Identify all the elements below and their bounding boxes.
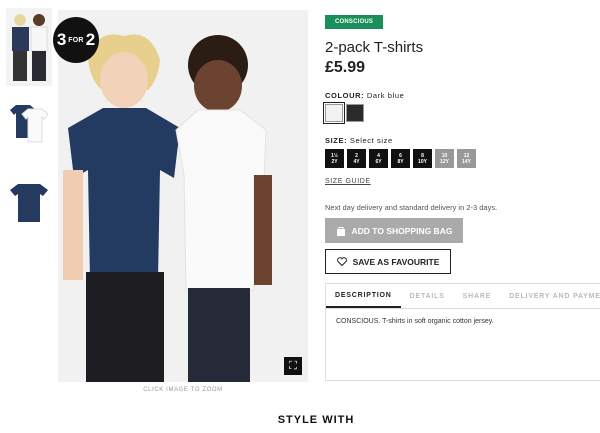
shopping-bag-icon <box>336 226 345 236</box>
thumbnail-2[interactable] <box>6 100 52 148</box>
product-title: 2-pack T-shirts <box>325 39 424 56</box>
style-with-heading: STYLE WITH <box>277 414 355 426</box>
save-favourite-label: SAVE AS FAVOURITE <box>352 256 440 267</box>
add-to-bag-label: ADD TO SHOPPING BAG <box>351 225 453 236</box>
tab-content: CONSCIOUS. T-shirts in soft organic cott… <box>336 318 494 325</box>
size-bottom: 14Y <box>462 158 471 165</box>
size-option[interactable]: 2 4Y <box>347 149 366 168</box>
heart-icon <box>336 257 347 266</box>
thumbnail-3[interactable] <box>6 178 52 228</box>
size-label: SIZE: Select size <box>325 136 600 145</box>
size-bottom: 4Y <box>353 158 360 165</box>
delivery-info: Next day delivery and standard delivery … <box>325 203 498 212</box>
badge-small: FOR <box>68 36 84 44</box>
tab-share[interactable]: SHARE <box>454 284 501 308</box>
size-bottom: 2Y <box>331 158 338 165</box>
size-option-unavailable[interactable]: 12 14Y <box>457 149 476 168</box>
colour-label: COLOUR: Dark blue <box>325 91 600 100</box>
size-options: 1½ 2Y 2 4Y 4 6Y 6 8Y 8 10Y 10 12Y 12 14Y <box>325 149 600 168</box>
product-info: CONSCIOUS 2-pack T-shirts £5.99 COLOUR: … <box>323 10 600 274</box>
tab-delivery-payment[interactable]: DELIVERY AND PAYMENT <box>500 284 600 308</box>
size-bottom: 6Y <box>375 158 382 165</box>
size-label-text: SIZE: <box>325 136 348 145</box>
badge-right: 2 <box>85 30 96 49</box>
size-guide-link[interactable]: SIZE GUIDE <box>325 178 371 185</box>
colour-label-text: COLOUR: <box>325 91 365 100</box>
tab-description[interactable]: DESCRIPTION <box>326 284 401 308</box>
tab-bar: DESCRIPTION DETAILS SHARE DELIVERY AND P… <box>326 284 600 309</box>
tab-details[interactable]: DETAILS <box>401 284 454 308</box>
size-bottom: 12Y <box>440 158 449 165</box>
expand-icon[interactable]: ⛶ <box>284 357 302 375</box>
colour-swatches <box>323 102 600 124</box>
product-price: £5.99 <box>325 59 366 76</box>
product-main-image[interactable] <box>58 10 308 382</box>
add-to-bag-button[interactable]: ADD TO SHOPPING BAG <box>325 218 463 243</box>
size-option[interactable]: 6 8Y <box>391 149 410 168</box>
size-bottom: 8Y <box>397 158 404 165</box>
thumbnail-1[interactable] <box>6 8 52 86</box>
size-value: Select size <box>349 136 393 145</box>
conscious-tag: CONSCIOUS <box>325 15 384 29</box>
size-bottom: 10Y <box>418 158 427 165</box>
promo-badge: 3 FOR 2 <box>53 17 99 63</box>
colour-value: Dark blue <box>366 91 405 100</box>
size-option[interactable]: 4 6Y <box>369 149 388 168</box>
badge-left: 3 <box>56 30 67 49</box>
size-option-unavailable[interactable]: 10 12Y <box>435 149 454 168</box>
colour-swatch-light[interactable] <box>323 102 345 124</box>
size-option[interactable]: 8 10Y <box>413 149 432 168</box>
product-tabs: DESCRIPTION DETAILS SHARE DELIVERY AND P… <box>325 283 600 381</box>
save-favourite-button[interactable]: SAVE AS FAVOURITE <box>325 249 451 274</box>
colour-swatch-dark[interactable] <box>346 104 364 122</box>
zoom-hint: CLICK IMAGE TO ZOOM <box>143 387 223 393</box>
size-option[interactable]: 1½ 2Y <box>325 149 344 168</box>
